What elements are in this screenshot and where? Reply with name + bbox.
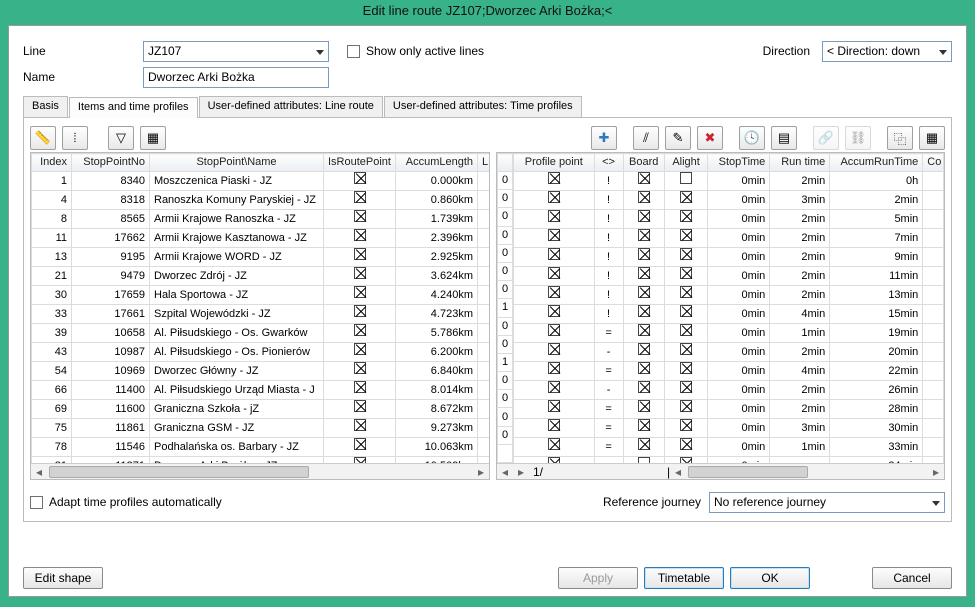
link1-icon[interactable]: 🔗 xyxy=(813,126,839,150)
col-stopno[interactable]: StopPointNo xyxy=(72,154,150,172)
name-input[interactable]: Dworzec Arki Bożka xyxy=(143,67,329,88)
ruler-icon[interactable]: 📏 xyxy=(30,126,56,150)
adapt-checkbox[interactable] xyxy=(30,496,43,509)
table-row[interactable]: 139195Armii Krajowe WORD - JZ2.925km xyxy=(32,248,489,267)
direction-label: Direction xyxy=(763,44,810,58)
table-row[interactable]: 6611400Al. Piłsudskiego Urząd Miasta - J… xyxy=(32,381,489,400)
col-board[interactable]: Board xyxy=(623,154,664,172)
left-hscroll[interactable]: ◂▸ xyxy=(31,463,489,479)
table-row[interactable]: =0min4min22min xyxy=(513,362,943,381)
table-row[interactable]: =0min3min30min xyxy=(513,419,943,438)
table-row[interactable]: =0min1min19min xyxy=(513,324,943,343)
copy-icon[interactable]: ⿻ xyxy=(887,126,913,150)
table-row[interactable]: 3017659Hala Sportowa - JZ4.240km xyxy=(32,286,489,305)
table-row[interactable]: 18340Moszczenica Piaski - JZ0.000km xyxy=(32,172,489,191)
edit-icon[interactable]: ✎ xyxy=(665,126,691,150)
ref-journey-label: Reference journey xyxy=(603,495,701,509)
table-row[interactable]: 48318Ranoszka Komuny Paryskiej - JZ0.860… xyxy=(32,191,489,210)
col-icon[interactable]: ⦙ xyxy=(62,126,88,150)
filter-icon[interactable]: ▽ xyxy=(108,126,134,150)
show-active-label: Show only active lines xyxy=(366,44,484,58)
table-row[interactable]: !0min2min7min xyxy=(513,229,943,248)
table-row[interactable]: =0min2min28min xyxy=(513,400,943,419)
col-split-icon[interactable]: ⫽ xyxy=(633,126,659,150)
show-active-checkbox[interactable] xyxy=(347,45,360,58)
col-accumrun[interactable]: AccumRunTime xyxy=(830,154,923,172)
tab-strip: Basis Items and time profiles User-defin… xyxy=(23,96,952,118)
table-row[interactable]: 219479Dworzec Zdrój - JZ3.624km xyxy=(32,267,489,286)
line-combo[interactable]: JZ107 xyxy=(143,41,329,62)
table-row[interactable]: 4310987Al. Piłsudskiego - Os. Pionierów6… xyxy=(32,343,489,362)
table-row[interactable]: 1117662Armii Krajowe Kasztanowa - JZ2.39… xyxy=(32,229,489,248)
table-row[interactable]: 7811546Podhalańska os. Barbary - JZ10.06… xyxy=(32,438,489,457)
tab-body: 📏 ⦙ ▽ ▦ ✚ ⫽ ✎ ✖ 🕓 ▤ 🔗 ⛓ ⿻ ▦ xyxy=(23,118,952,522)
table-row[interactable]: 3910658Al. Piłsudskiego - Os. Gwarków5.7… xyxy=(32,324,489,343)
ok-button[interactable]: OK xyxy=(730,567,810,589)
tab-uda-timeprofiles[interactable]: User-defined attributes: Time profiles xyxy=(384,96,582,117)
right-grid[interactable]: 000000010010000 Profile point <> Board A… xyxy=(496,152,945,480)
col-co[interactable]: Co xyxy=(923,154,944,172)
timetable-button[interactable]: Timetable xyxy=(644,567,724,589)
table-row[interactable]: 6911600Graniczna Szkoła - jZ8.672km xyxy=(32,400,489,419)
left-grid[interactable]: Index StopPointNo StopPoint\Name IsRoute… xyxy=(30,152,490,480)
select-icon[interactable]: ▦ xyxy=(140,126,166,150)
col-sym[interactable]: <> xyxy=(594,154,623,172)
table-row[interactable]: !0min2min9min xyxy=(513,248,943,267)
edit-shape-button[interactable]: Edit shape xyxy=(23,567,103,589)
adapt-label: Adapt time profiles automatically xyxy=(49,495,222,509)
table-row[interactable]: -0min2min26min xyxy=(513,381,943,400)
tab-items[interactable]: Items and time profiles xyxy=(69,97,198,118)
col-isroute[interactable]: IsRoutePoint xyxy=(324,154,396,172)
col-index[interactable]: Index xyxy=(32,154,72,172)
profile-pager: 1/ xyxy=(529,465,547,479)
table-row[interactable]: !0min4min15min xyxy=(513,305,943,324)
clock-icon[interactable]: 🕓 xyxy=(739,126,765,150)
col-runtime[interactable]: Run time xyxy=(770,154,830,172)
name-label: Name xyxy=(23,70,143,84)
right-hscroll[interactable]: ◂▸ 1/ | ◂▸ xyxy=(497,463,944,479)
tab-uda-lineroute[interactable]: User-defined attributes: Line route xyxy=(199,96,383,117)
col-pp[interactable]: Profile point xyxy=(513,154,594,172)
direction-combo[interactable]: < Direction: down xyxy=(822,41,952,62)
tab-basis[interactable]: Basis xyxy=(23,96,68,117)
table-row[interactable]: 88565Armii Krajowe Ranoszka - JZ1.739km xyxy=(32,210,489,229)
col-name[interactable]: StopPoint\Name xyxy=(150,154,324,172)
select2-icon[interactable]: ▦ xyxy=(919,126,945,150)
add-icon[interactable]: ✚ xyxy=(591,126,617,150)
table-row[interactable]: 3317661Szpital Wojewódzki - JZ4.723km xyxy=(32,305,489,324)
line-label: Line xyxy=(23,44,143,58)
window-title: Edit line route JZ107;Dworzec Arki Bożka… xyxy=(0,0,975,22)
table-row[interactable]: =0min1min33min xyxy=(513,438,943,457)
apply-button[interactable]: Apply xyxy=(558,567,638,589)
col-stoptime[interactable]: StopTime xyxy=(708,154,770,172)
col-accum[interactable]: AccumLength xyxy=(396,154,478,172)
grid-icon[interactable]: ▤ xyxy=(771,126,797,150)
table-row[interactable]: -0min2min20min xyxy=(513,343,943,362)
col-alight[interactable]: Alight xyxy=(664,154,707,172)
dialog-panel: Line JZ107 Show only active lines Direct… xyxy=(8,25,967,597)
table-row[interactable]: !0min2min13min xyxy=(513,286,943,305)
cancel-button[interactable]: Cancel xyxy=(872,567,952,589)
table-row[interactable]: !0min2min0h xyxy=(513,172,943,191)
table-row[interactable]: !0min2min11min xyxy=(513,267,943,286)
table-row[interactable]: !0min3min2min xyxy=(513,191,943,210)
ref-journey-combo[interactable]: No reference journey xyxy=(709,492,945,513)
table-row[interactable]: !0min2min5min xyxy=(513,210,943,229)
table-row[interactable]: 7511861Graniczna GSM - JZ9.273km xyxy=(32,419,489,438)
delete-icon[interactable]: ✖ xyxy=(697,126,723,150)
col-l[interactable]: L xyxy=(478,154,489,172)
table-row[interactable]: 5410969Dworzec Główny - JZ6.840km xyxy=(32,362,489,381)
link2-icon[interactable]: ⛓ xyxy=(845,126,871,150)
